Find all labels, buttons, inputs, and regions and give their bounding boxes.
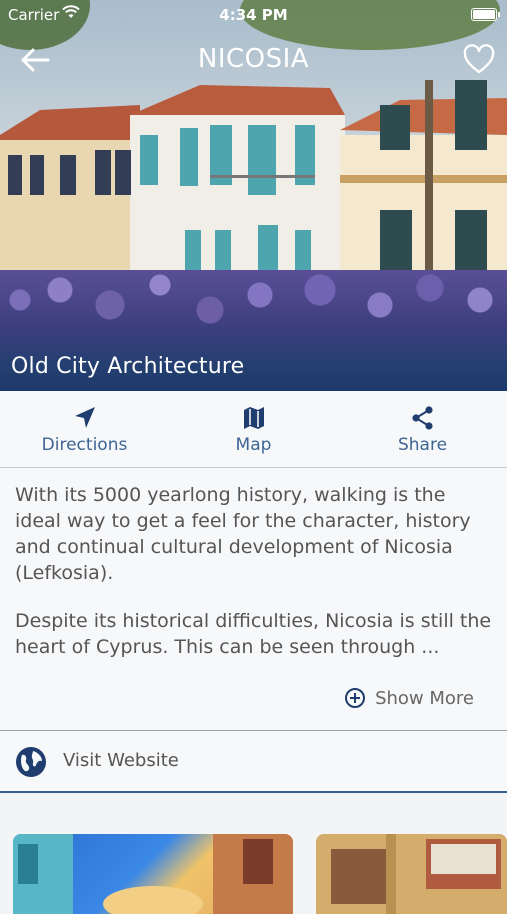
share-icon xyxy=(411,406,433,430)
card-image xyxy=(316,834,507,914)
map-icon xyxy=(243,407,264,429)
favorite-heart-icon[interactable] xyxy=(463,44,495,76)
directions-button[interactable]: Directions xyxy=(0,391,169,467)
action-bar: Directions Map Share xyxy=(0,391,507,468)
hero-caption: Old City Architecture xyxy=(11,354,245,379)
globe-icon xyxy=(16,747,46,777)
description-paragraph: With its 5000 yearlong history, walking … xyxy=(15,484,471,584)
card-image xyxy=(13,834,293,914)
directions-label: Directions xyxy=(41,435,128,455)
plus-circle-icon xyxy=(345,688,366,708)
visit-website-label: Visit Website xyxy=(63,750,179,771)
related-cards xyxy=(0,793,507,914)
related-card[interactable] xyxy=(13,834,293,914)
status-bar: Carrier 4:34 PM xyxy=(0,0,507,28)
visit-website-row[interactable]: Visit Website xyxy=(0,731,507,793)
show-more-label: Show More xyxy=(375,688,474,709)
description-section: With its 5000 yearlong history, walking … xyxy=(0,468,507,731)
page-title: NICOSIA xyxy=(197,44,310,74)
map-label: Map xyxy=(235,435,272,455)
navigation-arrow-icon xyxy=(74,407,95,428)
map-button[interactable]: Map xyxy=(169,391,338,467)
description-paragraph: Despite its historical difficulties, Nic… xyxy=(15,610,492,658)
show-more-button[interactable]: Show More xyxy=(345,688,474,709)
share-button[interactable]: Share xyxy=(338,391,507,467)
related-card[interactable] xyxy=(316,834,507,914)
status-time: 4:34 PM xyxy=(219,6,288,24)
share-label: Share xyxy=(397,435,448,455)
battery-icon xyxy=(471,8,500,21)
